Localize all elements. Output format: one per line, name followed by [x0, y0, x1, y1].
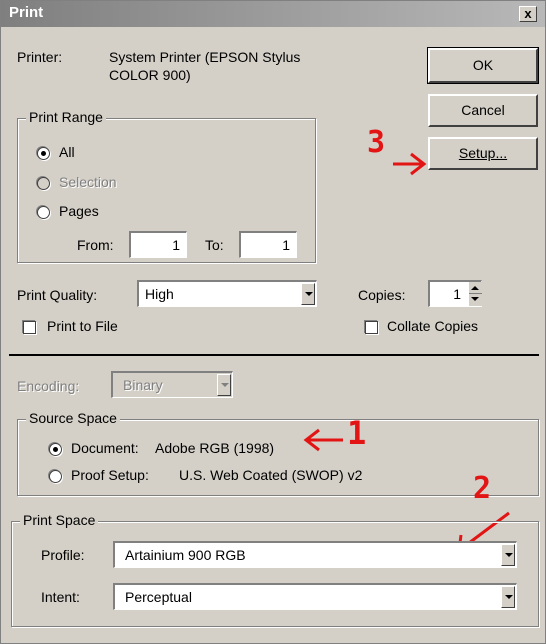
ok-button[interactable]: OK	[427, 47, 539, 84]
radio-pages-label: Pages	[59, 203, 99, 219]
setup-label: Setup...	[458, 145, 508, 161]
copies-label: Copies:	[358, 287, 406, 303]
stepper-down-icon[interactable]	[471, 297, 479, 301]
chevron-down-icon[interactable]	[501, 586, 515, 608]
source-space-legend: Source Space	[26, 410, 120, 426]
printer-name-line1: System Printer (EPSON Stylus	[109, 49, 301, 65]
window-title: Print	[9, 4, 44, 21]
radio-proof-setup[interactable]	[49, 470, 62, 483]
cancel-label: Cancel	[461, 102, 505, 118]
separator-line	[9, 354, 539, 356]
radio-all[interactable]	[37, 147, 50, 160]
from-label: From:	[77, 237, 114, 253]
radio-selection-label: Selection	[59, 174, 117, 190]
encoding-select: Binary	[111, 371, 233, 398]
copies-stepper[interactable]	[468, 282, 482, 306]
title-bar[interactable]: Print x	[1, 1, 545, 27]
profile-value: Artainium 900 RGB	[125, 547, 246, 563]
close-icon: x	[524, 6, 532, 21]
proof-setup-value: U.S. Web Coated (SWOP) v2	[179, 467, 363, 483]
document-value: Adobe RGB (1998)	[155, 440, 275, 456]
encoding-label: Encoding:	[17, 378, 80, 394]
printer-name-line2: COLOR 900)	[109, 67, 191, 83]
radio-all-label: All	[59, 144, 75, 160]
chevron-down-icon[interactable]	[501, 544, 515, 566]
intent-value: Perceptual	[125, 589, 192, 605]
annotation-number-2: 2	[473, 471, 492, 506]
print-space-group: Print Space	[11, 512, 539, 627]
print-to-file-label: Print to File	[47, 318, 118, 334]
ok-label: OK	[472, 57, 494, 73]
chevron-down-icon[interactable]	[301, 283, 315, 305]
print-quality-select[interactable]: High	[137, 280, 317, 307]
document-label: Document:	[71, 440, 139, 456]
encoding-value: Binary	[123, 377, 163, 393]
print-to-file-checkbox[interactable]	[23, 321, 36, 334]
collate-label: Collate Copies	[387, 318, 479, 334]
stepper-up-icon[interactable]	[471, 286, 479, 290]
cancel-button[interactable]: Cancel	[428, 94, 538, 127]
to-input[interactable]: 1	[239, 231, 297, 258]
from-input[interactable]: 1	[129, 231, 187, 258]
red-arrow-right-icon	[393, 152, 427, 176]
proof-setup-label: Proof Setup:	[71, 467, 149, 483]
profile-select[interactable]: Artainium 900 RGB	[113, 541, 517, 568]
print-dialog: Print x Printer: System Printer (EPSON S…	[0, 0, 546, 644]
print-quality-label: Print Quality:	[17, 287, 98, 303]
chevron-down-icon	[217, 374, 231, 396]
intent-label: Intent:	[41, 589, 80, 605]
close-button[interactable]: x	[519, 6, 537, 22]
intent-select[interactable]: Perceptual	[113, 583, 517, 610]
print-quality-value: High	[145, 286, 174, 302]
setup-button[interactable]: Setup...	[428, 137, 538, 170]
annotation-number-1: 1	[347, 414, 367, 452]
print-space-legend: Print Space	[20, 512, 99, 528]
annotation-number-3: 3	[367, 125, 386, 160]
red-arrow-left-icon	[303, 428, 343, 452]
radio-pages[interactable]	[37, 206, 50, 219]
source-space-group: Source Space	[17, 410, 539, 496]
stepper-divider	[469, 293, 482, 294]
printer-label: Printer:	[17, 49, 63, 65]
print-range-legend: Print Range	[26, 109, 106, 125]
to-label: To:	[205, 237, 224, 253]
radio-document[interactable]	[49, 443, 62, 456]
collate-checkbox[interactable]	[365, 321, 378, 334]
radio-selection	[37, 177, 50, 190]
profile-label: Profile:	[41, 547, 85, 563]
